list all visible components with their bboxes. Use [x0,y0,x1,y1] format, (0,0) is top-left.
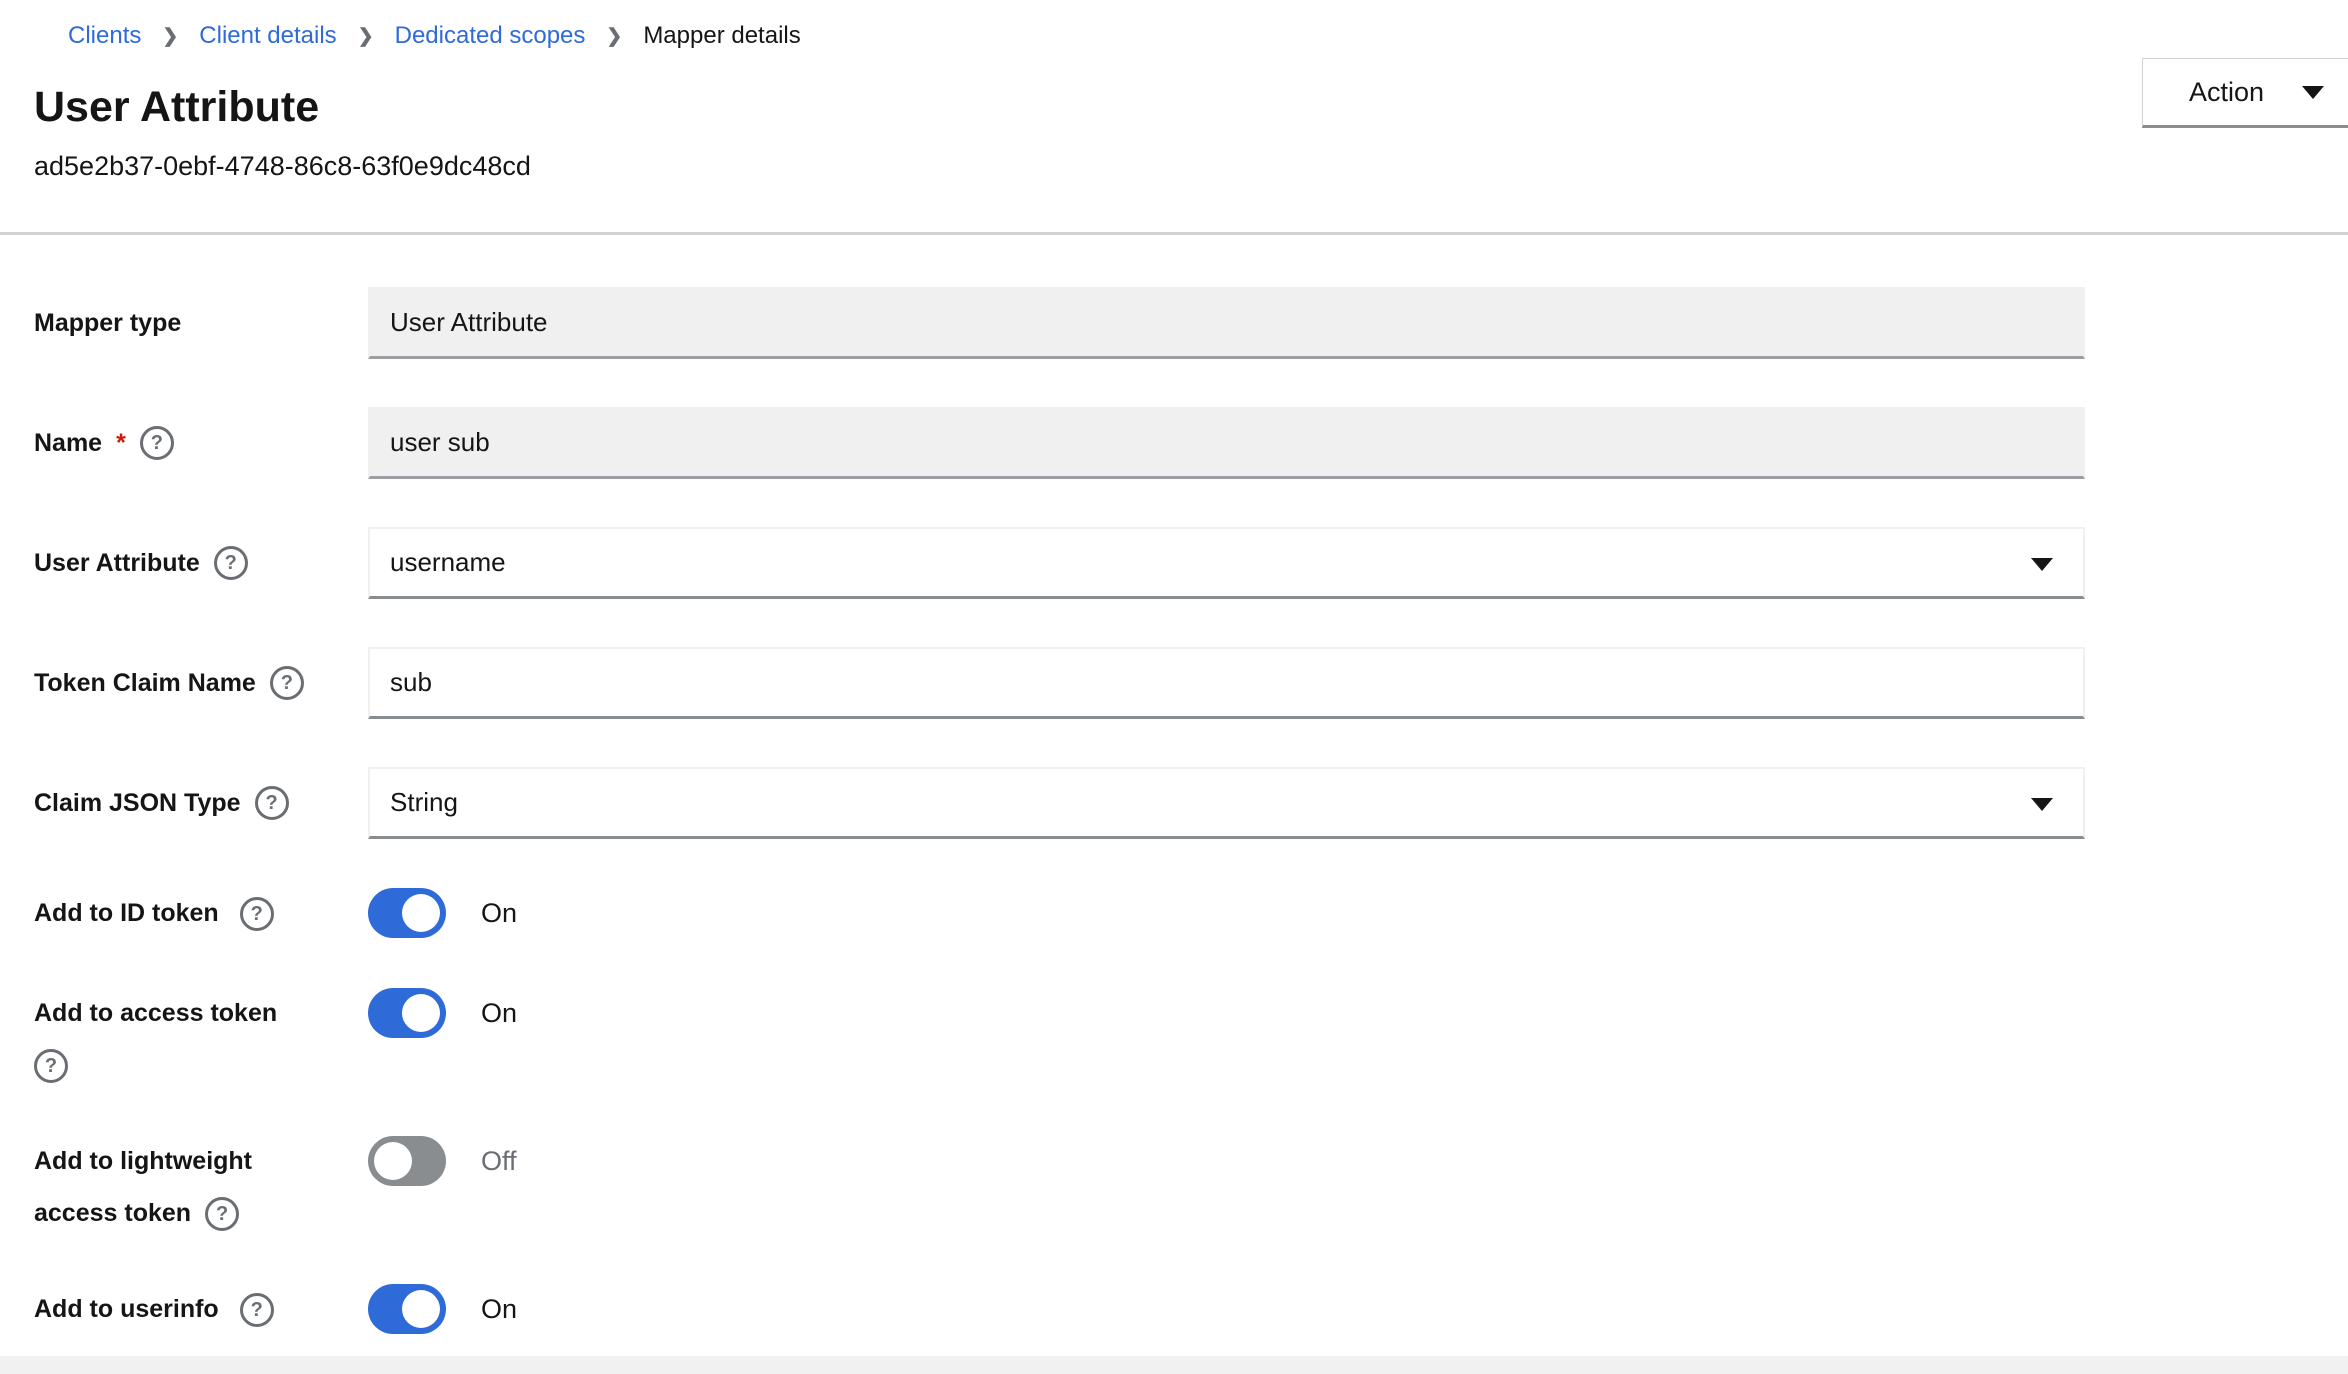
toggle-knob [374,1142,412,1180]
user-attribute-selected-value: username [390,547,506,578]
user-attribute-label: User Attribute [34,549,200,578]
name-label: Name [34,429,102,458]
chevron-right-icon: ❯ [358,25,374,48]
user-attribute-row: User Attribute ? username [34,527,2314,599]
add-to-userinfo-label: Add to userinfo [34,1295,219,1323]
add-to-access-token-row: Add to access token ? On [34,987,2314,1091]
page-header: Clients ❯ Client details ❯ Dedicated sco… [0,0,2348,182]
add-to-lightweight-access-token-row: Add to lightweight access token? Off [34,1135,2314,1239]
add-to-userinfo-state: On [481,1294,517,1325]
claim-json-type-label-group: Claim JSON Type ? [34,786,368,820]
toggle-knob [402,894,440,932]
user-attribute-label-group: User Attribute ? [34,546,368,580]
add-to-id-token-toggle[interactable] [368,888,446,938]
add-to-lightweight-access-token-label-line2: access token [34,1199,191,1227]
add-to-id-token-label: Add to ID token [34,899,219,927]
help-icon[interactable]: ? [240,897,274,931]
add-to-access-token-state: On [481,998,517,1029]
help-icon[interactable]: ? [140,426,174,460]
token-claim-name-row: Token Claim Name ? [34,647,2314,719]
add-to-userinfo-row: Add to userinfo ? On [34,1283,2314,1335]
breadcrumb-clients[interactable]: Clients [68,22,141,50]
help-icon[interactable]: ? [205,1197,239,1231]
token-claim-name-label-group: Token Claim Name ? [34,666,368,700]
caret-down-icon [2031,558,2053,571]
name-input [368,407,2085,479]
page-title: User Attribute [34,82,2314,132]
mapper-id: ad5e2b37-0ebf-4748-86c8-63f0e9dc48cd [34,150,2314,182]
add-to-access-token-label: Add to access token [34,987,356,1039]
mapper-type-input [368,287,2085,359]
add-to-access-token-toggle[interactable] [368,988,446,1038]
breadcrumb: Clients ❯ Client details ❯ Dedicated sco… [34,0,2314,50]
mapper-type-row: Mapper type [34,287,2314,359]
add-to-lightweight-access-token-label-line1: Add to lightweight [34,1135,356,1187]
mapper-details-form: Mapper type Name * ? User Attribute ? us… [0,235,2348,1335]
add-to-userinfo-label-group: Add to userinfo ? [34,1283,368,1335]
toggle-knob [402,1290,440,1328]
claim-json-type-row: Claim JSON Type ? String [34,767,2314,839]
action-button-label: Action [2189,77,2264,108]
chevron-right-icon: ❯ [162,25,178,48]
breadcrumb-client-details[interactable]: Client details [199,22,336,50]
token-claim-name-label: Token Claim Name [34,669,256,698]
name-row: Name * ? [34,407,2314,479]
add-to-access-token-label-group: Add to access token ? [34,987,368,1091]
add-to-lightweight-access-token-state: Off [481,1146,517,1177]
mapper-type-label: Mapper type [34,309,181,338]
required-asterisk: * [116,429,126,458]
breadcrumb-dedicated-scopes[interactable]: Dedicated scopes [395,22,586,50]
caret-down-icon [2302,86,2324,99]
toggle-knob [402,994,440,1032]
help-icon[interactable]: ? [270,666,304,700]
help-icon[interactable]: ? [34,1049,68,1083]
help-icon[interactable]: ? [240,1293,274,1327]
claim-json-type-select[interactable]: String [368,767,2085,839]
claim-json-type-label: Claim JSON Type [34,789,241,818]
add-to-userinfo-toggle[interactable] [368,1284,446,1334]
breadcrumb-mapper-details: Mapper details [643,22,800,50]
add-to-id-token-state: On [481,898,517,929]
add-to-lightweight-access-token-toggle[interactable] [368,1136,446,1186]
add-to-id-token-row: Add to ID token ? On [34,887,2314,939]
help-icon[interactable]: ? [255,786,289,820]
mapper-type-label-group: Mapper type [34,309,368,338]
claim-json-type-selected-value: String [390,787,458,818]
name-label-group: Name * ? [34,426,368,460]
bottom-strip [0,1356,2348,1374]
token-claim-name-input[interactable] [368,647,2085,719]
add-to-id-token-label-group: Add to ID token ? [34,887,368,939]
action-dropdown-button[interactable]: Action [2142,58,2348,128]
caret-down-icon [2031,798,2053,811]
add-to-lightweight-access-token-label-group: Add to lightweight access token? [34,1135,368,1239]
user-attribute-select[interactable]: username [368,527,2085,599]
help-icon[interactable]: ? [214,546,248,580]
chevron-right-icon: ❯ [606,25,622,48]
